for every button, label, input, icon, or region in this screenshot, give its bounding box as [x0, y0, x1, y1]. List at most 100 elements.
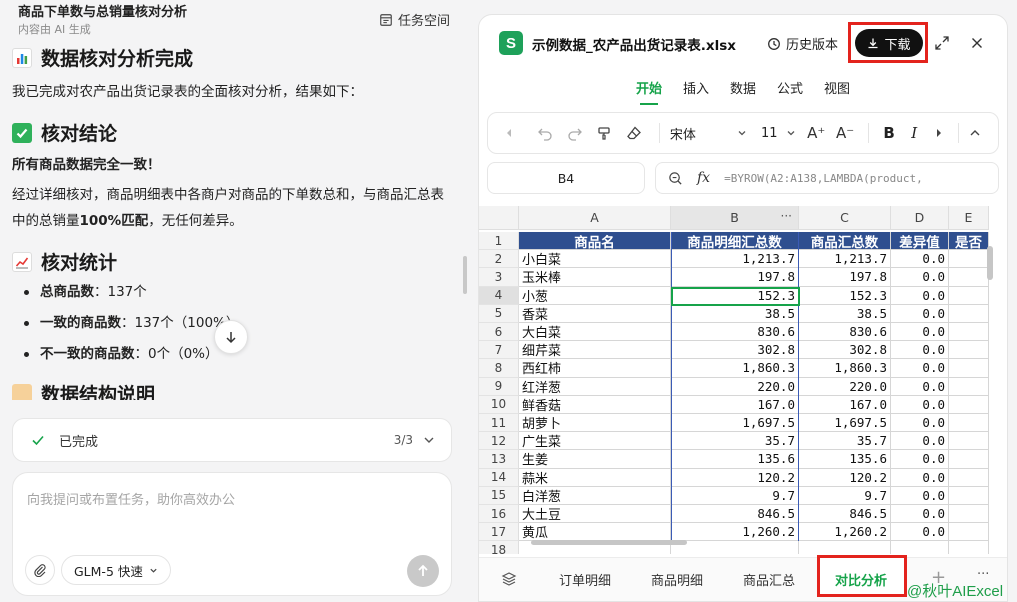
table-cell[interactable]: 9.7 [799, 486, 891, 505]
row-header[interactable]: 11 [479, 414, 519, 433]
table-cell[interactable]: 9.7 [671, 486, 799, 505]
table-cell[interactable]: 0.0 [891, 323, 949, 342]
vertical-scroll-thumb[interactable] [987, 246, 993, 280]
tab-view[interactable]: 视图 [824, 73, 850, 107]
table-cell[interactable]: 1,260.2 [799, 523, 891, 542]
table-cell[interactable]: 0.0 [891, 414, 949, 433]
scroll-right-icon[interactable] [927, 128, 952, 138]
row-header[interactable]: 8 [479, 359, 519, 378]
table-cell[interactable]: 1,213.7 [799, 250, 891, 269]
table-cell[interactable]: 830.6 [799, 323, 891, 342]
row-header[interactable]: 15 [479, 486, 519, 505]
font-decrease-icon[interactable]: A⁻ [831, 124, 860, 142]
column-header-a[interactable]: A [519, 206, 671, 230]
cell-reference-box[interactable]: B4 [487, 162, 645, 194]
table-cell[interactable]: 大土豆 [519, 505, 671, 524]
font-increase-icon[interactable]: A⁺ [802, 124, 831, 142]
table-cell[interactable] [949, 359, 989, 378]
table-cell[interactable]: 0.0 [891, 359, 949, 378]
spreadsheet-grid[interactable]: A B ··· C D E 1 2 3 4 5 6 7 8 9 10 11 12 13 14 15 16 17 18 商品名 商品… [479, 206, 1007, 554]
table-cell[interactable]: 0.0 [891, 304, 949, 323]
download-button[interactable]: 下载 [855, 29, 923, 57]
table-cell[interactable]: 大白菜 [519, 323, 671, 342]
close-icon[interactable] [969, 35, 985, 51]
task-space-button[interactable]: 任务空间 [379, 10, 450, 29]
table-cell[interactable]: 黄瓜 [519, 523, 671, 542]
table-cell[interactable]: 0.0 [891, 432, 949, 451]
table-cell[interactable]: 302.8 [671, 341, 799, 360]
table-cell[interactable]: 0.0 [891, 377, 949, 396]
table-cell[interactable] [949, 414, 989, 433]
table-cell[interactable]: 35.7 [799, 432, 891, 451]
tab-formula[interactable]: 公式 [777, 73, 803, 107]
attach-button[interactable] [25, 555, 55, 585]
row-header[interactable]: 12 [479, 432, 519, 451]
tab-start[interactable]: 开始 [636, 73, 662, 107]
sheet-tab-product-detail[interactable]: 商品明细 [651, 570, 703, 589]
table-cell[interactable] [949, 468, 989, 487]
row-header[interactable]: 16 [479, 505, 519, 524]
font-size-select[interactable]: 11 [761, 126, 796, 141]
row-header[interactable]: 4 [479, 286, 519, 305]
table-cell[interactable]: 细芹菜 [519, 341, 671, 360]
row-header[interactable]: 9 [479, 377, 519, 396]
table-cell[interactable]: 0.0 [891, 341, 949, 360]
row-header[interactable]: 17 [479, 523, 519, 542]
table-cell[interactable]: 小葱 [519, 286, 671, 305]
table-cell[interactable]: 0.0 [891, 486, 949, 505]
function-icon[interactable]: fx [697, 170, 710, 186]
table-cell[interactable]: 1,697.5 [799, 414, 891, 433]
table-cell[interactable]: 小白菜 [519, 250, 671, 269]
horizontal-scroll-thumb[interactable] [531, 540, 687, 545]
bold-icon[interactable]: B [877, 124, 902, 142]
row-header[interactable]: 14 [479, 468, 519, 487]
table-cell[interactable]: 846.5 [671, 505, 799, 524]
model-selector[interactable]: GLM-5 快速 [61, 555, 171, 585]
chat-input-placeholder[interactable]: 向我提问或布置任务，助你高效办公 [27, 489, 235, 508]
table-cell[interactable] [799, 541, 891, 554]
expand-icon[interactable] [934, 35, 950, 51]
italic-icon[interactable]: I [902, 124, 927, 142]
row-header[interactable]: 3 [479, 268, 519, 287]
table-cell[interactable]: 1,860.3 [799, 359, 891, 378]
table-cell[interactable]: 广生菜 [519, 432, 671, 451]
history-version-button[interactable]: 历史版本 [767, 34, 838, 53]
zoom-search-icon[interactable] [668, 171, 683, 186]
table-cell[interactable]: 玉米棒 [519, 268, 671, 287]
row-header[interactable]: 10 [479, 395, 519, 414]
header-cell[interactable]: 差异值 [891, 232, 949, 251]
table-cell[interactable]: 0.0 [891, 468, 949, 487]
table-cell[interactable]: 135.6 [671, 450, 799, 469]
table-cell[interactable]: 香菜 [519, 304, 671, 323]
table-cell[interactable] [949, 432, 989, 451]
table-cell[interactable]: 152.3 [799, 286, 891, 305]
font-name-select[interactable]: 宋体 [670, 124, 747, 143]
table-cell[interactable]: 167.0 [671, 395, 799, 414]
chevron-down-icon[interactable] [423, 434, 435, 446]
table-cell[interactable]: 220.0 [799, 377, 891, 396]
scroll-left-icon[interactable] [500, 128, 517, 138]
table-cell[interactable] [949, 377, 989, 396]
table-cell[interactable]: 0.0 [891, 523, 949, 542]
table-cell[interactable]: 0.0 [891, 450, 949, 469]
column-menu-icon[interactable]: ··· [781, 209, 792, 223]
table-cell[interactable]: 胡萝卜 [519, 414, 671, 433]
table-cell[interactable] [891, 541, 949, 554]
table-cell[interactable]: 1,860.3 [671, 359, 799, 378]
sheet-tab-comparison[interactable]: 对比分析 [835, 570, 887, 589]
table-cell[interactable]: 1,697.5 [671, 414, 799, 433]
row-header[interactable]: 1 [479, 232, 519, 251]
collapse-toolbar-icon[interactable] [965, 127, 986, 139]
table-cell[interactable]: 0.0 [891, 268, 949, 287]
tab-insert[interactable]: 插入 [683, 73, 709, 107]
row-header[interactable]: 2 [479, 250, 519, 269]
row-header[interactable]: 18 [479, 541, 519, 554]
table-cell[interactable]: 38.5 [799, 304, 891, 323]
column-header-b[interactable]: B ··· [671, 206, 799, 230]
table-cell[interactable]: 蒜米 [519, 468, 671, 487]
panel-resize-handle[interactable] [463, 256, 467, 294]
header-cell[interactable]: 商品汇总数 [799, 232, 891, 251]
table-cell[interactable]: 0.0 [891, 286, 949, 305]
row-header[interactable]: 7 [479, 341, 519, 360]
table-cell[interactable] [949, 486, 989, 505]
